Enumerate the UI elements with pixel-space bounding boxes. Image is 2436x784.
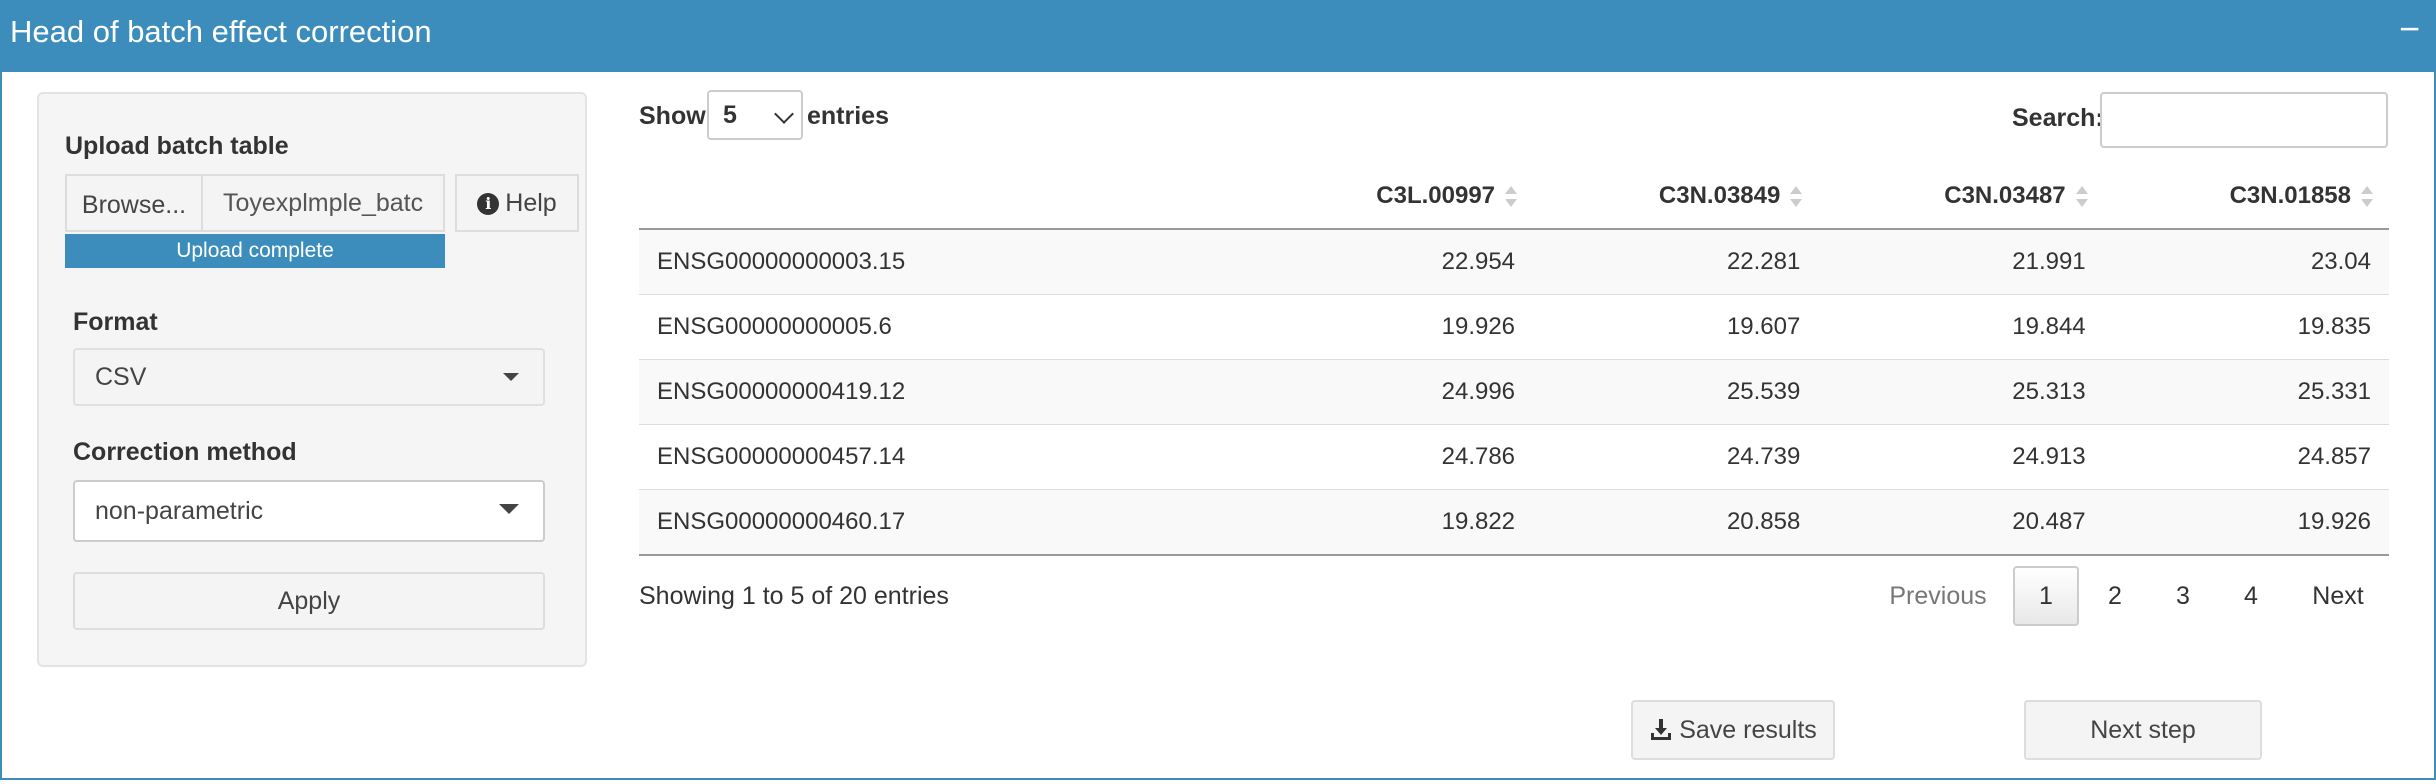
column-header-label: C3N.03849 [1658, 182, 1781, 209]
table-row: ENSG00000000003.15 22.954 22.281 21.991 … [639, 229, 2389, 295]
table-row: ENSG00000000005.6 19.926 19.607 19.844 1… [639, 294, 2389, 360]
table-row: ENSG00000000457.14 24.786 24.739 24.913 … [639, 424, 2389, 490]
method-label: Correction method [73, 438, 297, 466]
page-length-value: 5 [723, 101, 737, 129]
next-step-button[interactable]: Next step [2024, 700, 2262, 760]
format-value: CSV [95, 363, 147, 391]
value-cell: 19.926 [2103, 489, 2389, 556]
format-label: Format [73, 308, 158, 336]
column-header[interactable]: C3N.03487 [1818, 164, 2104, 230]
value-cell: 21.991 [1818, 229, 2104, 295]
next-page-button[interactable]: Next [2288, 566, 2388, 626]
column-header[interactable]: C3N.01858 [2103, 164, 2389, 230]
table-header-row: C3L.00997 C3N.03849 C3N.03487 C3N.01858 [639, 164, 2389, 230]
value-cell: 24.857 [2103, 424, 2389, 490]
collapse-button[interactable]: − [2399, 8, 2420, 50]
upload-label: Upload batch table [65, 132, 289, 160]
page-button-2[interactable]: 2 [2082, 566, 2148, 626]
help-button[interactable]: i Help [455, 174, 579, 232]
upload-progress-bar: Upload complete [65, 234, 445, 268]
batch-correction-box: Head of batch effect correction − Upload… [0, 0, 2436, 780]
column-header-id [639, 164, 1253, 230]
value-cell: 20.858 [1533, 489, 1819, 556]
value-cell: 19.835 [2103, 294, 2389, 360]
correction-method-select[interactable]: non-parametric [73, 480, 545, 542]
gene-id-cell: ENSG00000000005.6 [639, 294, 1253, 360]
gene-id-cell: ENSG00000000419.12 [639, 359, 1253, 425]
page-button-4[interactable]: 4 [2218, 566, 2284, 626]
gene-id-cell: ENSG00000000003.15 [639, 229, 1253, 295]
download-icon [1651, 719, 1672, 740]
column-header[interactable]: C3L.00997 [1252, 164, 1534, 230]
caret-down-icon [503, 373, 519, 381]
table-row: ENSG00000000419.12 24.996 25.539 25.313 … [639, 359, 2389, 425]
value-cell: 23.04 [2103, 229, 2389, 295]
page-button-3[interactable]: 3 [2150, 566, 2216, 626]
value-cell: 24.739 [1533, 424, 1819, 490]
column-header-label: C3L.00997 [1376, 182, 1496, 209]
table-info: Showing 1 to 5 of 20 entries [639, 582, 949, 610]
value-cell: 25.313 [1818, 359, 2104, 425]
value-cell: 24.996 [1252, 359, 1534, 425]
entries-label: entries [807, 102, 889, 130]
value-cell: 22.281 [1533, 229, 1819, 295]
column-header-label: C3N.01858 [2229, 182, 2351, 209]
show-label: Show [639, 102, 706, 130]
value-cell: 19.822 [1252, 489, 1534, 556]
search-label: Search: [2012, 104, 2104, 132]
chevron-down-icon [774, 104, 794, 124]
apply-button[interactable]: Apply [73, 572, 545, 630]
value-cell: 20.487 [1818, 489, 2104, 556]
value-cell: 24.913 [1818, 424, 2104, 490]
results-table: C3L.00997 C3N.03849 C3N.03487 C3N.01858 … [639, 164, 2389, 556]
info-icon: i [477, 193, 500, 215]
value-cell: 22.954 [1252, 229, 1534, 295]
help-label: Help [505, 189, 557, 217]
search-input[interactable] [2100, 92, 2388, 148]
page-length-select[interactable]: 5 [707, 90, 803, 140]
save-results-button[interactable]: Save results [1631, 700, 1835, 760]
page-button-1[interactable]: 1 [2013, 566, 2079, 626]
gene-id-cell: ENSG00000000457.14 [639, 424, 1253, 490]
sort-icon [2361, 185, 2373, 209]
method-value: non-parametric [95, 497, 264, 525]
format-select[interactable]: CSV [73, 348, 545, 406]
value-cell: 19.926 [1252, 294, 1534, 360]
value-cell: 25.331 [2103, 359, 2389, 425]
sort-icon [1790, 185, 1803, 209]
column-header-label: C3N.03487 [1944, 182, 2066, 209]
value-cell: 24.786 [1252, 424, 1534, 490]
column-header[interactable]: C3N.03849 [1533, 164, 1819, 230]
sort-icon [2075, 185, 2088, 209]
sidebar-panel: Upload batch table Browse... Toyexplmple… [37, 92, 587, 667]
save-results-label: Save results [1679, 716, 1817, 744]
value-cell: 25.539 [1533, 359, 1819, 425]
gene-id-cell: ENSG00000000460.17 [639, 489, 1253, 556]
file-upload-group: Browse... Toyexplmple_batc [65, 174, 445, 234]
sort-icon [1505, 185, 1518, 209]
table-row: ENSG00000000460.17 19.822 20.858 20.487 … [639, 489, 2389, 556]
caret-down-icon [499, 504, 519, 514]
box-header: Head of batch effect correction − [2, 0, 2434, 72]
browse-button[interactable]: Browse... [65, 174, 201, 232]
box-title: Head of batch effect correction [10, 14, 432, 49]
previous-page-button[interactable]: Previous [1878, 566, 1998, 626]
file-name-field[interactable]: Toyexplmple_batc [201, 174, 445, 232]
value-cell: 19.607 [1533, 294, 1819, 360]
value-cell: 19.844 [1818, 294, 2104, 360]
